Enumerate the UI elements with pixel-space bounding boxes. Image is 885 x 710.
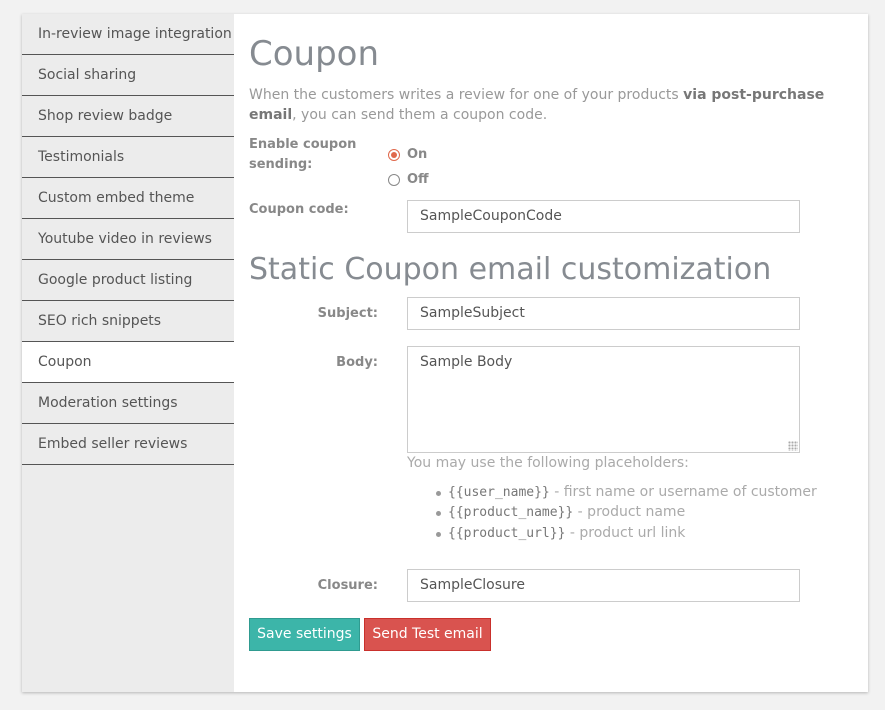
- placeholder-desc: - product name: [573, 504, 686, 520]
- radio-off[interactable]: [388, 174, 400, 186]
- section-title: Static Coupon email customization: [249, 252, 772, 287]
- placeholder-code: {{product_url}}: [448, 526, 566, 541]
- sidebar-item-shop-review-badge[interactable]: Shop review badge: [22, 96, 234, 137]
- send-test-email-button[interactable]: Send Test email: [364, 618, 491, 651]
- subject-label: Subject:: [317, 306, 378, 321]
- placeholder-product-url: {{product_url}} - product url link: [448, 525, 685, 541]
- main-panel: Coupon When the customers writes a revie…: [234, 14, 868, 692]
- radio-off-label[interactable]: Off: [407, 172, 429, 187]
- bullet-icon: [436, 511, 441, 516]
- description-text: When the customers writes a review for o…: [249, 87, 684, 103]
- sidebar-item-social-sharing[interactable]: Social sharing: [22, 55, 234, 96]
- closure-input[interactable]: SampleClosure: [407, 569, 800, 602]
- page-description: When the customers writes a review for o…: [249, 85, 859, 125]
- description-text-end: , you can send them a coupon code.: [292, 107, 548, 123]
- sidebar-item-google-product-listing[interactable]: Google product listing: [22, 260, 234, 301]
- placeholder-product-name: {{product_name}} - product name: [448, 504, 685, 520]
- sidebar-item-embed-seller-reviews[interactable]: Embed seller reviews: [22, 424, 234, 465]
- sidebar-item-in-review-image-integration[interactable]: In-review image integration: [22, 14, 234, 55]
- body-label: Body:: [336, 355, 378, 370]
- save-settings-button[interactable]: Save settings: [249, 618, 360, 651]
- radio-on[interactable]: [388, 149, 400, 161]
- sidebar-item-testimonials[interactable]: Testimonials: [22, 137, 234, 178]
- resize-grip-icon[interactable]: [788, 441, 798, 451]
- sidebar-item-custom-embed-theme[interactable]: Custom embed theme: [22, 178, 234, 219]
- sidebar-item-seo-rich-snippets[interactable]: SEO rich snippets: [22, 301, 234, 342]
- placeholders-hint: You may use the following placeholders:: [407, 455, 689, 471]
- enable-coupon-label-line2: sending:: [249, 157, 313, 172]
- closure-label: Closure:: [317, 578, 378, 593]
- sidebar: In-review image integration Social shari…: [22, 14, 234, 692]
- placeholder-desc: - first name or username of customer: [549, 484, 817, 500]
- placeholder-code: {{user_name}}: [448, 485, 550, 500]
- body-textarea[interactable]: Sample Body: [407, 346, 800, 453]
- sidebar-item-youtube-video[interactable]: Youtube video in reviews: [22, 219, 234, 260]
- page-title: Coupon: [249, 34, 380, 74]
- coupon-code-input[interactable]: SampleCouponCode: [407, 200, 800, 233]
- settings-card: In-review image integration Social shari…: [22, 14, 868, 692]
- radio-on-label[interactable]: On: [407, 147, 427, 162]
- placeholder-user-name: {{user_name}} - first name or username o…: [448, 484, 817, 500]
- subject-input[interactable]: SampleSubject: [407, 297, 800, 330]
- bullet-icon: [436, 491, 441, 496]
- placeholder-code: {{product_name}}: [448, 505, 574, 520]
- coupon-code-label: Coupon code:: [249, 202, 349, 217]
- placeholder-desc: - product url link: [565, 525, 686, 541]
- sidebar-item-moderation-settings[interactable]: Moderation settings: [22, 383, 234, 424]
- body-text: Sample Body: [420, 354, 513, 370]
- sidebar-item-coupon[interactable]: Coupon: [22, 342, 234, 383]
- enable-coupon-label: Enable coupon: [249, 137, 357, 152]
- bullet-icon: [436, 532, 441, 537]
